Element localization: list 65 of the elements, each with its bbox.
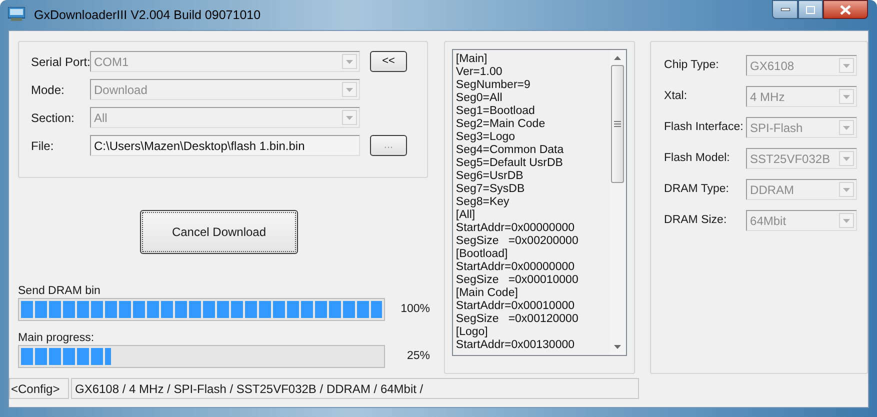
dropdown-arrow-icon bbox=[346, 60, 353, 64]
listing-line: Seg7=SysDB bbox=[456, 183, 526, 196]
side-button[interactable]: ... bbox=[370, 135, 407, 156]
status-label: <Config> bbox=[9, 378, 69, 399]
field-label: DRAM Size: bbox=[664, 212, 728, 228]
field-label: Xtal: bbox=[664, 88, 688, 104]
file-path-field[interactable]: C:\Users\Mazen\Desktop\flash 1.bin.bin bbox=[90, 135, 360, 156]
listing-line: StartAddr=0x00130000 bbox=[456, 339, 576, 352]
close-icon bbox=[840, 4, 851, 14]
field-label: Section: bbox=[31, 110, 76, 126]
app-icon bbox=[8, 7, 25, 21]
status-summary: GX6108 / 4 MHz / SPI-Flash / SST25VF032B / DDRAM / 64Mbit / bbox=[71, 378, 639, 399]
dropdown-arrow-icon bbox=[843, 64, 850, 68]
listing-line: Seg2=Main Code bbox=[456, 118, 546, 131]
field-label: Flash Model: bbox=[664, 150, 731, 166]
listing-line: Seg8=Key bbox=[456, 196, 510, 209]
listing-line: StartAddr=0x00010000 bbox=[456, 300, 576, 313]
progress-label: Main progress: bbox=[18, 331, 96, 345]
listing-line: Ver=1.00 bbox=[456, 66, 504, 79]
field-label: File: bbox=[31, 138, 55, 154]
listing-line: Seg4=Common Data bbox=[456, 144, 565, 157]
listing-line: [Main Code] bbox=[456, 287, 519, 300]
listing-line: Seg6=UsrDB bbox=[456, 170, 524, 183]
listing-line: [Bootload] bbox=[456, 248, 509, 261]
listing-line: StartAddr=0x00000000 bbox=[456, 222, 576, 235]
field-label: Serial Port: bbox=[31, 54, 90, 70]
listing-line: Seg5=Default UsrDB bbox=[456, 157, 564, 170]
listing-line: SegSize =0x00010000 bbox=[456, 274, 580, 287]
listing-line: StartAddr=0x00000000 bbox=[456, 261, 576, 274]
maximize-icon bbox=[806, 6, 815, 14]
scroll-thumb[interactable] bbox=[611, 65, 624, 183]
dropdown-arrow-icon bbox=[843, 94, 850, 98]
cancel-download-button[interactable]: Cancel Download bbox=[140, 210, 298, 254]
field-label: Flash Interface: bbox=[664, 120, 744, 135]
dropdown-arrow-icon bbox=[843, 188, 850, 192]
field-label: DRAM Type: bbox=[664, 182, 730, 197]
window-title: GxDownloaderIII V2.004 Build 09071010 bbox=[34, 7, 261, 24]
scroll-up-icon bbox=[614, 56, 622, 60]
listing-line: Seg0=All bbox=[456, 92, 504, 105]
scrollbar[interactable] bbox=[610, 50, 626, 355]
dropdown-arrow-icon bbox=[346, 88, 353, 92]
minimize-icon bbox=[780, 8, 790, 11]
progress-percent: 25% bbox=[406, 348, 430, 364]
maximize-button[interactable] bbox=[798, 0, 823, 19]
grip-icon bbox=[614, 121, 622, 127]
field-label: Chip Type: bbox=[664, 58, 720, 73]
listing-line: Seg3=Logo bbox=[456, 131, 516, 144]
listing-line: Seg1=Bootload bbox=[456, 105, 536, 118]
minimize-button[interactable] bbox=[772, 0, 798, 19]
dropdown-arrow-icon bbox=[843, 218, 850, 222]
progress-label: Send DRAM bin bbox=[18, 284, 102, 298]
listing-line: SegSize =0x00200000 bbox=[456, 235, 580, 248]
listing-line: [All] bbox=[456, 209, 476, 222]
config-listbox[interactable] bbox=[452, 49, 627, 356]
progress-percent: 100% bbox=[400, 302, 430, 317]
field-label: Mode: bbox=[31, 82, 66, 98]
dropdown-arrow-icon bbox=[843, 126, 850, 130]
listing-line: SegNumber=9 bbox=[456, 79, 532, 92]
dropdown-arrow-icon bbox=[346, 116, 353, 120]
listing-line: SegSize =0x00120000 bbox=[456, 313, 580, 326]
scroll-down-icon bbox=[614, 345, 622, 349]
listing-line: [Main] bbox=[456, 53, 488, 66]
dropdown-arrow-icon bbox=[843, 156, 850, 160]
listing-line: [Logo] bbox=[456, 326, 489, 339]
close-button[interactable] bbox=[823, 0, 868, 19]
